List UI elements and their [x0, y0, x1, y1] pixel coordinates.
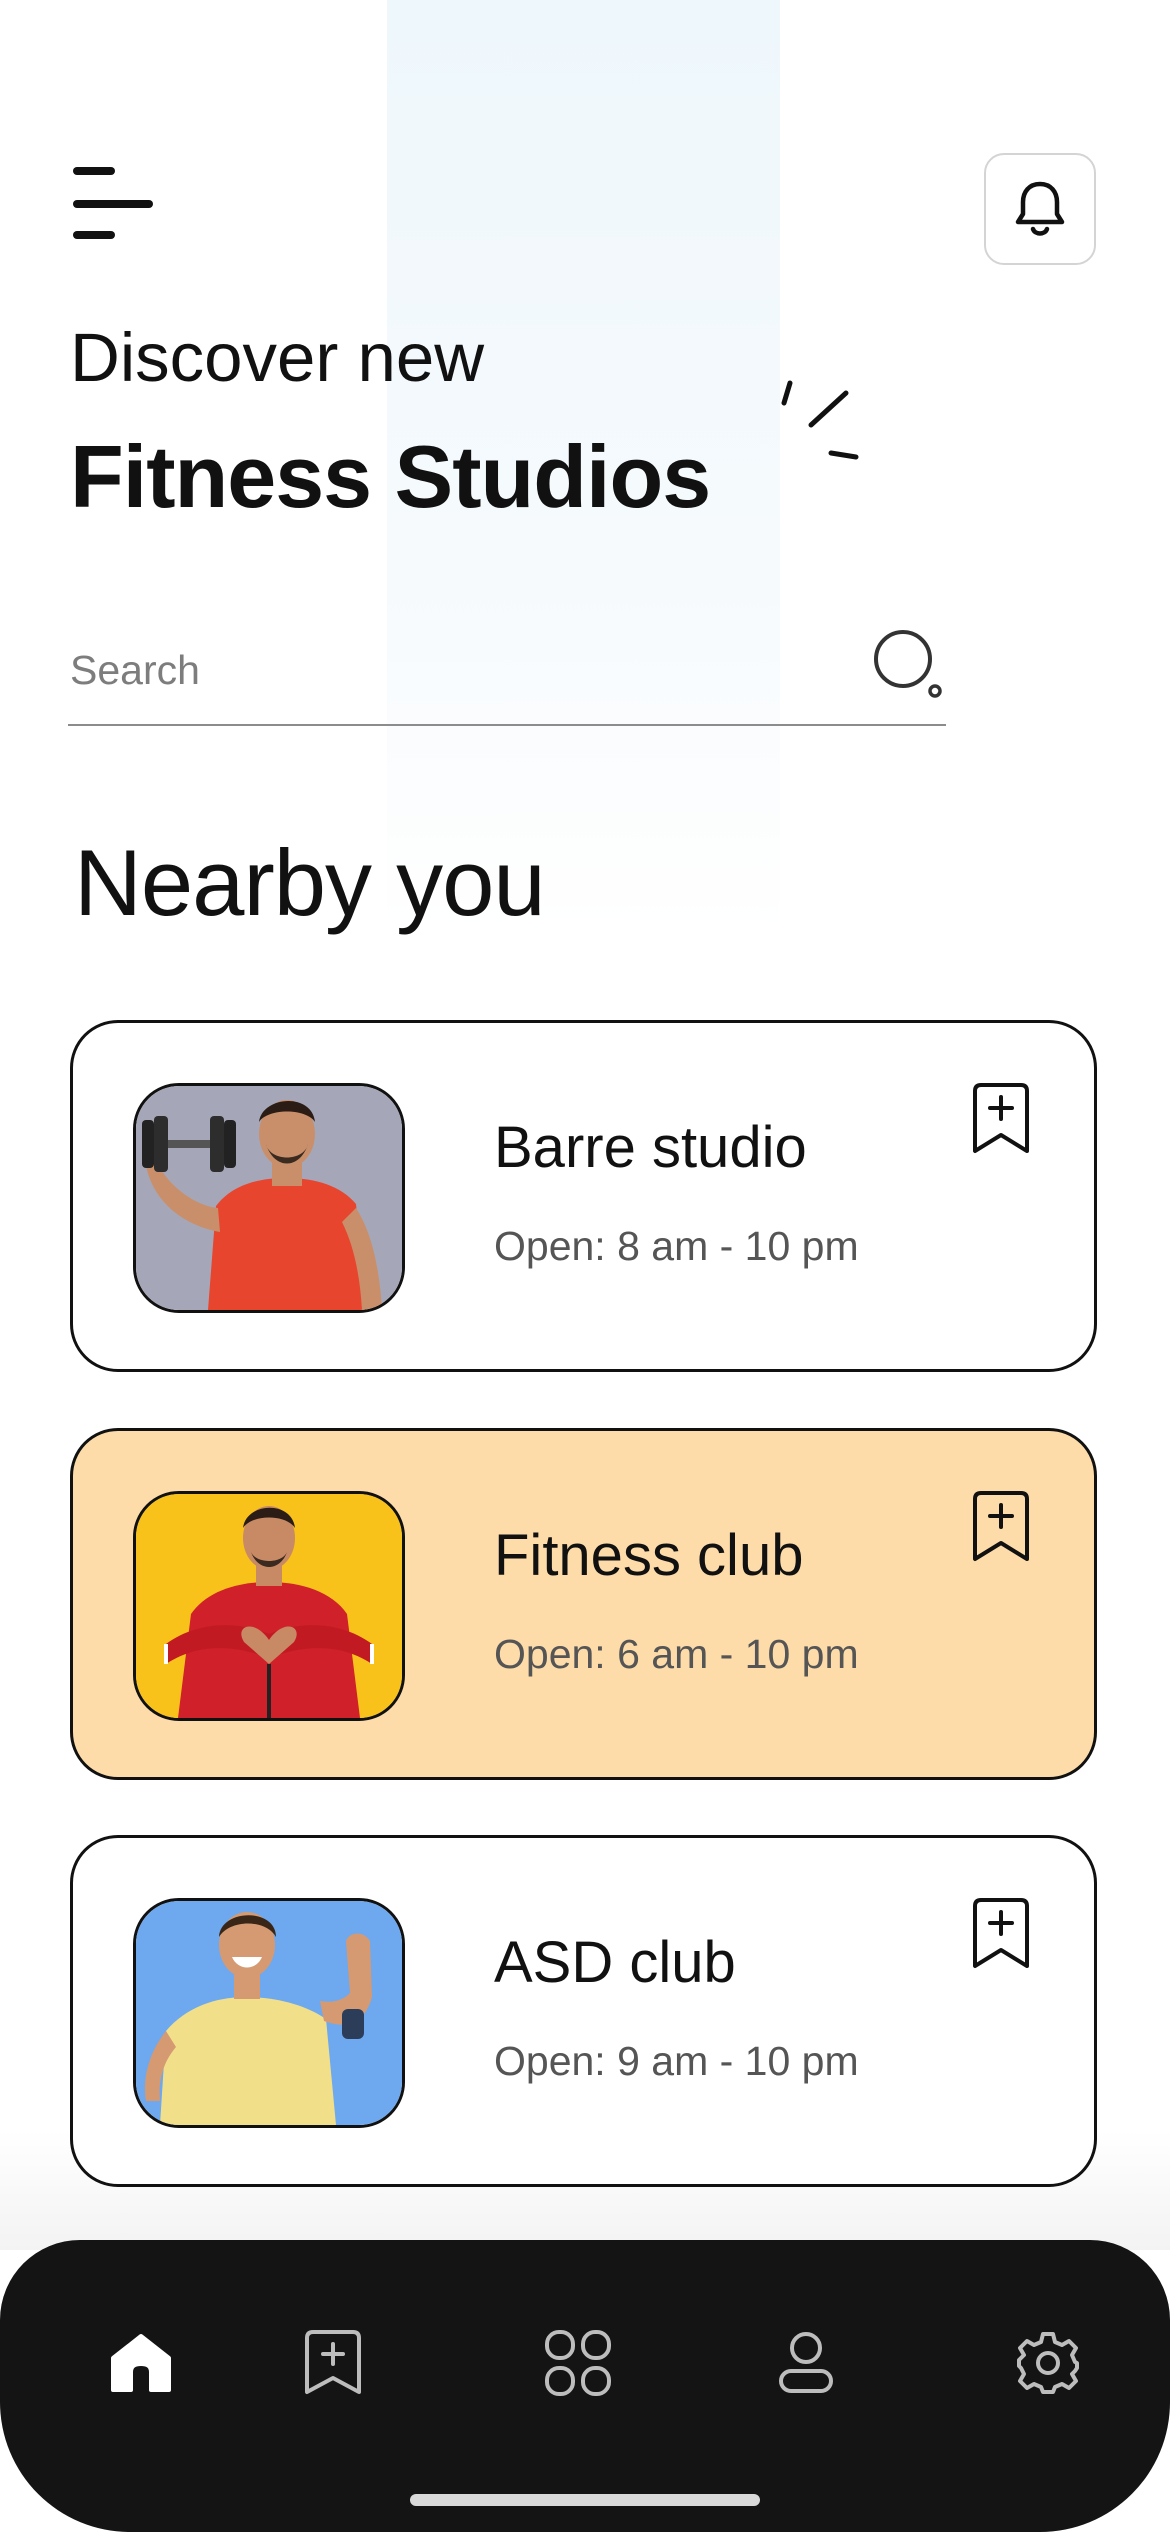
sparkle-icon [781, 380, 859, 460]
tab-home[interactable] [96, 2318, 186, 2408]
menu-button[interactable] [70, 165, 154, 240]
menu-icon-line [73, 231, 115, 239]
search-input[interactable] [70, 640, 830, 700]
settings-icon [1017, 2332, 1079, 2394]
tab-saved[interactable] [288, 2318, 378, 2408]
bookmark-plus-icon [305, 2330, 361, 2394]
home-indicator [410, 2494, 760, 2506]
tab-profile[interactable] [761, 2318, 851, 2408]
studio-photo [133, 1898, 405, 2128]
bell-icon [1015, 181, 1065, 236]
studio-photo [133, 1083, 405, 1313]
bookmark-add-icon[interactable] [969, 1898, 1033, 1970]
studio-hours: Open: 6 am - 10 pm [494, 1631, 859, 1677]
tab-settings[interactable] [1003, 2318, 1093, 2408]
profile-icon [779, 2332, 833, 2393]
studio-hours: Open: 8 am - 10 pm [494, 1223, 859, 1269]
studio-photo [133, 1491, 405, 1721]
notifications-button[interactable] [984, 153, 1096, 265]
section-title: Nearby you [74, 830, 546, 935]
bookmark-add-icon[interactable] [969, 1491, 1033, 1563]
studio-card[interactable]: Barre studio Open: 8 am - 10 pm [70, 1020, 1097, 1372]
menu-icon-line [73, 200, 153, 208]
studio-name: Fitness club [494, 1523, 804, 1588]
home-icon [111, 2334, 171, 2392]
studio-card[interactable]: ASD club Open: 9 am - 10 pm [70, 1835, 1097, 2187]
page-subtitle: Discover new [70, 319, 485, 396]
search-icon[interactable] [872, 628, 944, 700]
studio-name: Barre studio [494, 1115, 807, 1180]
tab-categories[interactable] [533, 2318, 623, 2408]
search-bar [68, 620, 946, 726]
studio-card[interactable]: Fitness club Open: 6 am - 10 pm [70, 1428, 1097, 1780]
bookmark-add-icon[interactable] [969, 1083, 1033, 1155]
studio-name: ASD club [494, 1930, 736, 1995]
studio-hours: Open: 9 am - 10 pm [494, 2038, 859, 2084]
page-title: Fitness Studios [70, 427, 711, 526]
grid-icon [545, 2330, 611, 2396]
menu-icon-line [73, 167, 115, 175]
bottom-tab-bar [0, 2240, 1170, 2532]
